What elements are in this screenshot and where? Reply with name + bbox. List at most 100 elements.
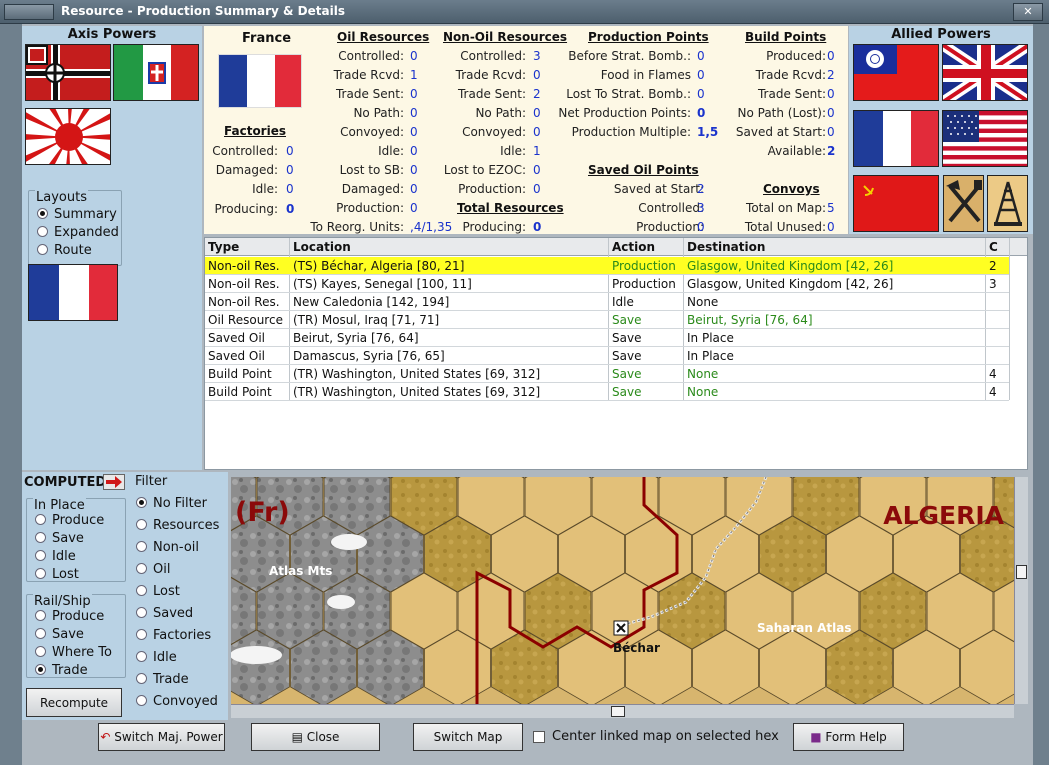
usa-flag[interactable] xyxy=(942,110,1028,167)
in-place-produce-radio[interactable]: Produce xyxy=(35,513,104,528)
table-row[interactable]: Non-oil Res. (TS) Kayes, Senegal [100, 11… xyxy=(205,275,1009,293)
rail-ship-group: Rail/Ship Produce Save Where To Trade xyxy=(26,594,126,678)
snow-patch xyxy=(231,646,282,664)
factories-producing-value: 0 xyxy=(286,202,295,216)
oil-lost-sb-label: Lost to SB: xyxy=(339,163,404,177)
filter-idle-radio[interactable]: Idle xyxy=(136,650,177,665)
table-row[interactable]: Saved Oil Beirut, Syria [76, 64] Save In Pl… xyxy=(205,329,1009,347)
table-row[interactable]: Build Point (TR) Washington, United State… xyxy=(205,383,1009,401)
france-flag[interactable] xyxy=(853,110,939,167)
saved-oil-start-label: Saved at Start: xyxy=(613,182,704,196)
filter-panel: Filter No Filter Resources Non-oil Oil L… xyxy=(128,472,228,720)
rail-save-radio[interactable]: Save xyxy=(35,627,84,642)
nonoil-trade-rcvd-label: Trade Rcvd: xyxy=(455,68,526,82)
table-row[interactable]: Non-oil Res. New Caledonia [142, 194] Idle… xyxy=(205,293,1009,311)
rail-produce-radio[interactable]: Produce xyxy=(35,609,104,624)
factories-controlled-label: Controlled: xyxy=(212,144,278,158)
cell-action: Save xyxy=(612,313,642,327)
filter-non-oil-radio[interactable]: Non-oil xyxy=(136,540,199,555)
switch-map-button[interactable]: Switch Map xyxy=(413,723,523,751)
total-resources-header: Total Resources xyxy=(457,201,564,215)
table-row[interactable]: Oil Resource (TR) Mosul, Iraq [71, 71] Sav… xyxy=(205,311,1009,329)
col-action-header[interactable]: Action xyxy=(612,240,655,254)
rail-trade-radio[interactable]: Trade xyxy=(35,663,88,678)
filter-convoyed-radio[interactable]: Convoyed xyxy=(136,694,218,709)
filter-oil-radio[interactable]: Oil xyxy=(136,562,170,577)
col-type-header[interactable]: Type xyxy=(208,240,239,254)
convoys-unused-label: Total Unused: xyxy=(744,220,826,234)
japan-flag[interactable] xyxy=(25,108,111,165)
filter-factories-radio[interactable]: Factories xyxy=(136,628,211,643)
table-row[interactable]: Build Point (TR) Washington, United State… xyxy=(205,365,1009,383)
cell-destination: Beirut, Syria [76, 64] xyxy=(687,313,813,327)
in-place-save-radio[interactable]: Save xyxy=(35,531,84,546)
cell-destination: In Place xyxy=(687,349,734,363)
in-place-lost-radio[interactable]: Lost xyxy=(35,567,79,582)
ussr-flag[interactable] xyxy=(853,175,939,232)
cell-location: (TS) Kayes, Senegal [100, 11] xyxy=(293,277,472,291)
italy-flag[interactable] xyxy=(113,44,199,101)
cell-type: Build Point xyxy=(208,367,272,381)
layout-expanded-radio[interactable]: Expanded xyxy=(37,225,119,240)
pp-lost-sb-label: Lost To Strat. Bomb.: xyxy=(566,87,691,101)
col-destination-header[interactable]: Destination xyxy=(687,240,765,254)
window-menu-icon[interactable] xyxy=(4,4,54,20)
center-map-checkbox[interactable] xyxy=(533,731,545,743)
close-door-icon: ▤ xyxy=(291,730,303,744)
filter-trade-radio[interactable]: Trade xyxy=(136,672,189,687)
cell-destination: None xyxy=(687,385,719,399)
vertical-scroll-thumb[interactable] xyxy=(1016,565,1027,579)
convoys-header: Convoys xyxy=(763,182,820,196)
map-horizontal-scrollbar[interactable] xyxy=(231,704,1014,718)
nonoil-no-path-label: No Path: xyxy=(475,106,526,120)
oil-no-path-label: No Path: xyxy=(353,106,404,120)
filter-resources-radio[interactable]: Resources xyxy=(136,518,219,533)
pp-lost-sb-value: 0 xyxy=(697,87,705,101)
table-header: Type Location Action Destination C xyxy=(205,238,1027,256)
table-row[interactable]: Non-oil Res. (TS) Béchar, Algeria [80, 21… xyxy=(205,257,1009,275)
layouts-title: Layouts xyxy=(35,190,88,205)
filter-lost-radio[interactable]: Lost xyxy=(136,584,180,599)
filter-no-filter-radio[interactable]: No Filter xyxy=(136,496,207,511)
table-row[interactable]: Saved Oil Damascus, Syria [76, 65] Save In … xyxy=(205,347,1009,365)
oil-trade-rcvd-label: Trade Rcvd: xyxy=(333,68,404,82)
factories-damaged-label: Damaged: xyxy=(215,163,278,177)
map-label-saharan-atlas: Saharan Atlas xyxy=(757,621,852,635)
col-location-header[interactable]: Location xyxy=(293,240,351,254)
col-c-header[interactable]: C xyxy=(989,240,998,254)
map-vertical-scrollbar[interactable] xyxy=(1014,477,1028,704)
germany-flag[interactable] xyxy=(25,44,111,101)
nonoil-trade-sent-label: Trade Sent: xyxy=(457,87,526,101)
cell-action: Production xyxy=(612,259,676,273)
oil-derrick-icon[interactable] xyxy=(987,175,1028,232)
nonoil-lost-ezoc-label: Lost to EZOC: xyxy=(443,163,526,177)
cell-destination: Glasgow, United Kingdom [42, 26] xyxy=(687,259,894,273)
rail-where-to-radio[interactable]: Where To xyxy=(35,645,112,660)
layout-summary-radio[interactable]: Summary xyxy=(37,207,117,222)
close-window-icon[interactable]: ✕ xyxy=(1013,3,1043,21)
build-tools-icon[interactable] xyxy=(943,175,984,232)
close-button[interactable]: ▤ Close xyxy=(251,723,380,751)
nonoil-convoyed-label: Convoyed: xyxy=(462,125,526,139)
saved-oil-controlled-value: 3 xyxy=(697,201,705,215)
layout-route-radio[interactable]: Route xyxy=(37,243,92,258)
in-place-idle-radio[interactable]: Idle xyxy=(35,549,76,564)
rail-ship-title: Rail/Ship xyxy=(33,594,92,609)
oil-convoyed-label: Convoyed: xyxy=(340,125,404,139)
cell-location: Damascus, Syria [76, 65] xyxy=(293,349,445,363)
non-oil-resources-header: Non-Oil Resources xyxy=(443,30,568,44)
oil-reorg-label: To Reorg. Units: xyxy=(310,220,404,234)
uk-flag[interactable] xyxy=(942,44,1028,101)
cell-location: (TR) Mosul, Iraq [71, 71] xyxy=(293,313,440,327)
computed-arrow-button[interactable] xyxy=(103,474,125,490)
switch-major-power-button[interactable]: ↶ Switch Maj. Power xyxy=(98,723,225,751)
oil-trade-sent-label: Trade Sent: xyxy=(335,87,404,101)
china-flag[interactable] xyxy=(853,44,939,101)
recompute-button[interactable]: Recompute xyxy=(26,688,122,717)
oil-resources-header: Oil Resources xyxy=(337,30,430,44)
filter-saved-radio[interactable]: Saved xyxy=(136,606,193,621)
form-help-button[interactable]: ■ Form Help xyxy=(793,723,904,751)
hex-map[interactable]: (Fr) ALGERIA Atlas Mts Saharan Atlas Béc… xyxy=(231,477,1014,704)
factories-header: Factories xyxy=(224,124,286,138)
horizontal-scroll-thumb[interactable] xyxy=(611,706,625,717)
